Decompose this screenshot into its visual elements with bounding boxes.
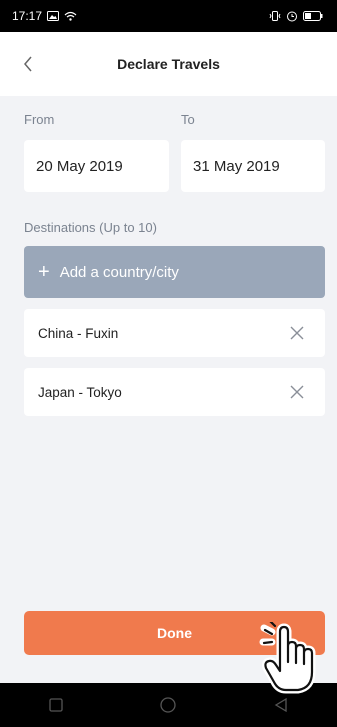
page-title: Declare Travels xyxy=(117,56,220,72)
battery-icon xyxy=(303,11,323,21)
back-triangle-icon[interactable] xyxy=(274,698,288,712)
done-label: Done xyxy=(157,625,192,641)
close-icon[interactable] xyxy=(289,325,305,341)
destination-label: Japan - Tokyo xyxy=(38,384,122,400)
from-date-value: 20 May 2019 xyxy=(36,157,123,175)
destination-item: China - Fuxin xyxy=(24,309,325,357)
alarm-icon xyxy=(287,11,297,22)
destination-label: China - Fuxin xyxy=(38,325,119,341)
to-label: To xyxy=(181,112,195,127)
back-button[interactable] xyxy=(14,50,42,78)
tap-hand-icon xyxy=(258,622,316,694)
recents-square-icon[interactable] xyxy=(49,698,63,712)
from-label: From xyxy=(24,112,55,127)
plus-icon: + xyxy=(38,261,50,283)
gallery-icon xyxy=(47,11,60,21)
close-icon[interactable] xyxy=(289,384,305,400)
add-destination-button[interactable]: + Add a country/city xyxy=(24,246,325,298)
add-destination-label: Add a country/city xyxy=(59,263,179,281)
header: Declare Travels xyxy=(0,32,337,96)
vibrate-icon xyxy=(269,11,281,21)
back-chevron-icon xyxy=(24,56,32,72)
home-circle-icon[interactable] xyxy=(160,697,177,713)
from-date-field[interactable]: 20 May 2019 xyxy=(24,140,169,192)
wifi-icon xyxy=(64,11,77,21)
to-date-field[interactable]: 31 May 2019 xyxy=(181,140,325,192)
to-date-value: 31 May 2019 xyxy=(193,157,280,175)
destinations-label: Destinations (Up to 10) xyxy=(24,220,157,235)
destination-item: Japan - Tokyo xyxy=(24,368,325,416)
status-time: 17:17 xyxy=(12,9,43,23)
status-bar: 17:17 xyxy=(0,0,337,32)
